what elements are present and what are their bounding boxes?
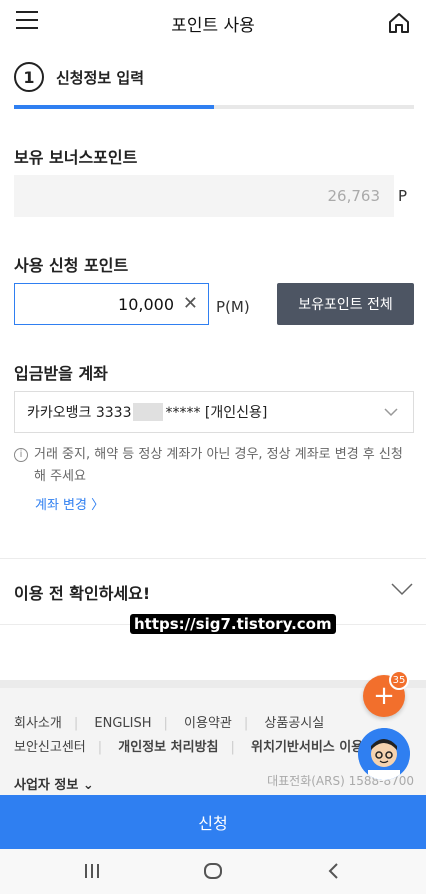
chatbot-avatar-icon[interactable] xyxy=(358,728,410,780)
chevron-down-icon xyxy=(391,583,413,596)
menu-icon[interactable] xyxy=(16,11,40,33)
apply-points-value: 10,000 xyxy=(118,294,174,314)
watermark-text: https://sig7.tistory.com xyxy=(130,614,336,634)
bonus-points-unit: P xyxy=(398,187,408,205)
info-icon: i xyxy=(14,448,28,462)
back-icon[interactable] xyxy=(326,861,342,881)
apply-points-label: 사용 신청 포인트 xyxy=(14,256,129,275)
page-title: 포인트 사용 xyxy=(171,15,255,36)
footer-link-english[interactable]: ENGLISH xyxy=(94,716,151,731)
apply-points-unit: P(M) xyxy=(216,298,250,316)
change-account-link[interactable]: 계좌 변경 〉 xyxy=(35,494,104,513)
step-indicator: 1 신청정보 입력 xyxy=(14,62,144,92)
bonus-points-field: 26,763 xyxy=(14,175,394,217)
business-info-label: 사업자 정보 xyxy=(14,778,79,793)
account-notice-text: 거래 중지, 해약 등 정상 계좌가 아닌 경우, 정상 계좌로 변경 후 신청… xyxy=(34,447,403,484)
footer-link-disclosure[interactable]: 상품공시실 xyxy=(264,716,324,731)
step-progress-fill xyxy=(14,105,214,109)
bonus-points-label: 보유 보너스포인트 xyxy=(14,148,138,167)
account-notice: i 거래 중지, 해약 등 정상 계좌가 아닌 경우, 정상 계좌로 변경 후 … xyxy=(14,444,414,488)
account-number-mask xyxy=(133,403,164,421)
step-number: 1 xyxy=(14,62,44,92)
footer-link-privacy[interactable]: 개인정보 처리방침 xyxy=(118,740,218,755)
use-all-points-button[interactable]: 보유포인트 전체 xyxy=(277,283,414,325)
business-info-toggle[interactable]: 사업자 정보 ⌄ xyxy=(14,774,94,793)
footer-link-security[interactable]: 보안신고센터 xyxy=(14,740,86,755)
account-bank-suffix: ***** [개인신용] xyxy=(165,405,268,421)
footer-links-row2: 보안신고센터 | 개인정보 처리방침 | 위치기반서비스 이용약관 xyxy=(14,740,388,755)
step-progress-bar xyxy=(14,105,414,109)
footer-links-row1: 회사소개 | ENGLISH | 이용약관 | 상품공시실 xyxy=(14,716,325,731)
account-select[interactable]: 카카오뱅크 3333 ***** [개인신용] xyxy=(14,391,414,433)
recent-apps-icon[interactable] xyxy=(83,861,101,881)
floating-add-button[interactable]: + 35 xyxy=(363,670,409,717)
system-nav-bar xyxy=(0,849,426,894)
footer-link-company[interactable]: 회사소개 xyxy=(14,716,62,731)
account-bank-prefix: 카카오뱅크 3333 xyxy=(27,405,132,421)
home-nav-icon[interactable] xyxy=(203,861,223,881)
notification-badge: 35 xyxy=(389,670,409,690)
apply-points-input[interactable]: 10,000 ✕ xyxy=(14,283,209,325)
app-header: 포인트 사용 xyxy=(0,0,426,46)
home-icon[interactable] xyxy=(386,10,412,36)
chevron-down-icon xyxy=(384,408,398,417)
clear-icon[interactable]: ✕ xyxy=(183,293,198,314)
submit-button[interactable]: 신청 xyxy=(0,795,426,849)
confirm-before-use-label: 이용 전 확인하세요! xyxy=(14,584,151,603)
step-label: 신청정보 입력 xyxy=(56,68,145,87)
account-label: 입금받을 계좌 xyxy=(14,364,108,383)
divider xyxy=(0,558,426,559)
footer-link-terms[interactable]: 이용약관 xyxy=(184,716,232,731)
